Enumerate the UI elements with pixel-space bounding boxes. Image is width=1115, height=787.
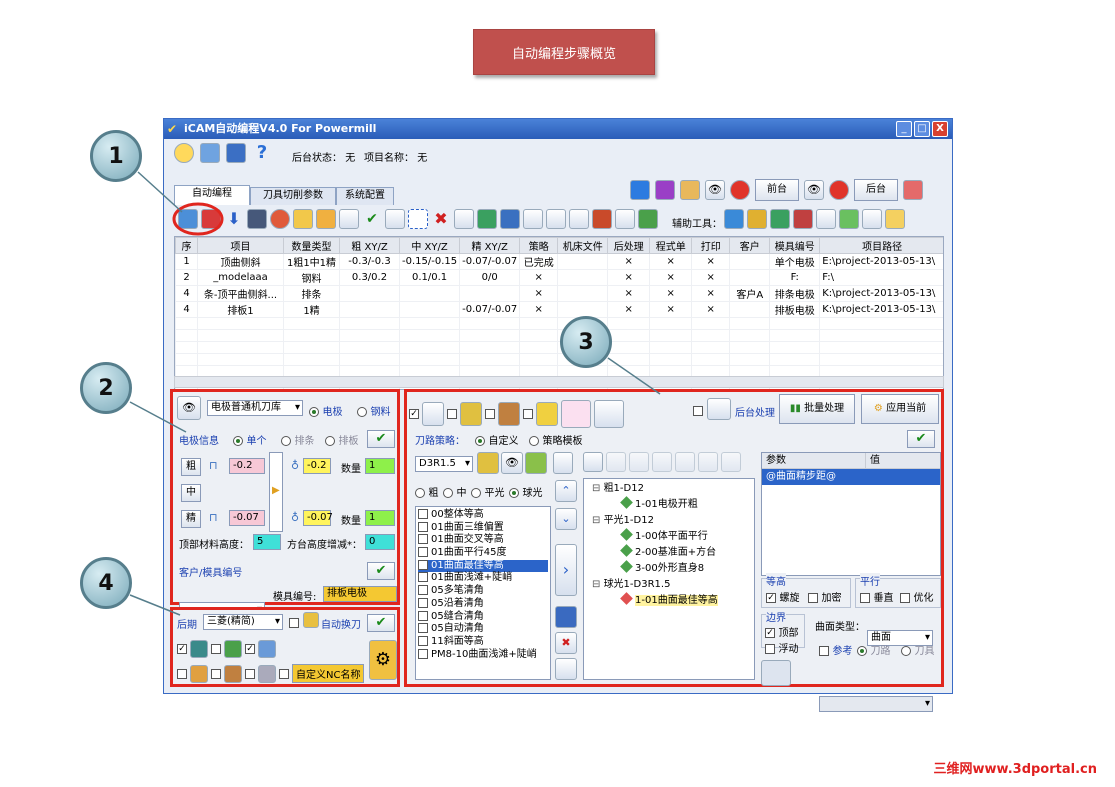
callout-4-line: [129, 594, 181, 616]
callout-2-line: [129, 401, 187, 433]
watermark: 三维网www.3dportal.cn: [933, 762, 1097, 777]
callout-lines: [129, 171, 661, 616]
callout-1-ring: [172, 202, 224, 236]
callout-3-line: [607, 357, 661, 395]
callout-1-line: [137, 171, 183, 213]
